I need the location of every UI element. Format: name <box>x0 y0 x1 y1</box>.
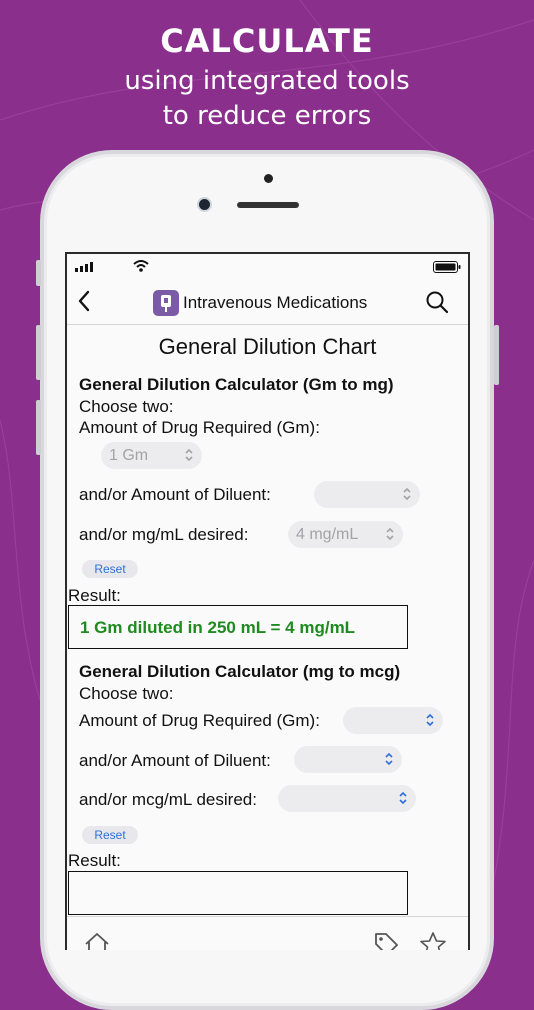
calc2-result-box <box>68 871 408 915</box>
calc2-desired-label: and/or mcg/mL desired: <box>79 790 257 809</box>
phone-speaker <box>237 202 299 208</box>
updown-chevron-icon <box>185 448 193 462</box>
iv-bag-icon <box>153 290 179 316</box>
nav-title: Intravenous Medications <box>183 293 368 312</box>
search-icon[interactable] <box>425 290 449 314</box>
calc1-diluent-label: and/or Amount of Diluent: <box>79 485 271 504</box>
updown-chevron-icon <box>386 527 394 541</box>
calc1-amount-value: 1 Gm <box>109 447 149 464</box>
calc2-amount-select[interactable] <box>343 707 443 734</box>
wifi-icon <box>133 260 149 272</box>
calc1-reset-button[interactable]: Reset <box>82 560 138 578</box>
phone-volume-up <box>36 325 41 380</box>
phone-power-button <box>494 325 499 385</box>
updown-chevron-icon <box>385 752 393 766</box>
calc1-heading: General Dilution Calculator (Gm to mg) <box>79 375 394 394</box>
updown-chevron-icon <box>403 487 411 501</box>
calc2-diluent-select[interactable] <box>294 746 402 773</box>
calc1-choose-label: Choose two: <box>79 397 174 416</box>
calc1-result-text: 1 Gm diluted in 250 mL = 4 mg/mL <box>80 618 356 637</box>
battery-icon <box>433 261 461 273</box>
app-screen: Intravenous Medications General Dilution… <box>65 252 470 950</box>
tab-bar <box>67 916 468 950</box>
promo-subline: using integrated tools to reduce errors <box>0 64 534 134</box>
calc1-desired-label: and/or mg/mL desired: <box>79 525 249 544</box>
updown-chevron-icon <box>399 791 407 805</box>
signal-icon <box>75 262 93 272</box>
calc1-amount-select[interactable]: 1 Gm <box>101 442 202 469</box>
promo-subline-1: using integrated tools <box>124 66 410 96</box>
chevron-left-icon[interactable] <box>77 290 91 312</box>
promo-subline-2: to reduce errors <box>162 101 372 131</box>
calc2-desired-select[interactable] <box>278 785 416 812</box>
calc2-result-label: Result: <box>68 851 121 870</box>
calc1-result-box: 1 Gm diluted in 250 mL = 4 mg/mL <box>68 605 408 649</box>
calc1-diluent-select[interactable] <box>314 481 420 508</box>
calc2-diluent-label: and/or Amount of Diluent: <box>79 751 271 770</box>
page-title: General Dilution Chart <box>158 334 377 359</box>
calc2-amount-label: Amount of Drug Required (Gm): <box>79 711 320 730</box>
phone-camera <box>197 197 212 212</box>
status-bar <box>67 254 468 280</box>
phone-volume-down <box>36 400 41 455</box>
calc1-amount-label: Amount of Drug Required (Gm): <box>79 418 320 437</box>
phone-sensor <box>264 174 273 183</box>
star-icon[interactable] <box>419 931 447 950</box>
calc2-choose-label: Choose two: <box>79 684 174 703</box>
updown-chevron-icon <box>426 713 434 727</box>
tag-icon[interactable] <box>373 931 399 950</box>
nav-title-group: Intravenous Medications <box>153 290 367 316</box>
nav-bar: Intravenous Medications <box>67 280 468 325</box>
promo-headline: CALCULATE <box>160 22 374 60</box>
home-icon[interactable] <box>83 931 111 950</box>
calc2-reset-button[interactable]: Reset <box>82 826 138 844</box>
calc2-heading: General Dilution Calculator (mg to mcg) <box>79 662 401 681</box>
phone-mute-switch <box>36 260 41 286</box>
calc1-desired-select[interactable]: 4 mg/mL <box>288 521 403 548</box>
calc1-desired-value: 4 mg/mL <box>296 526 359 543</box>
calc1-result-label: Result: <box>68 586 121 605</box>
